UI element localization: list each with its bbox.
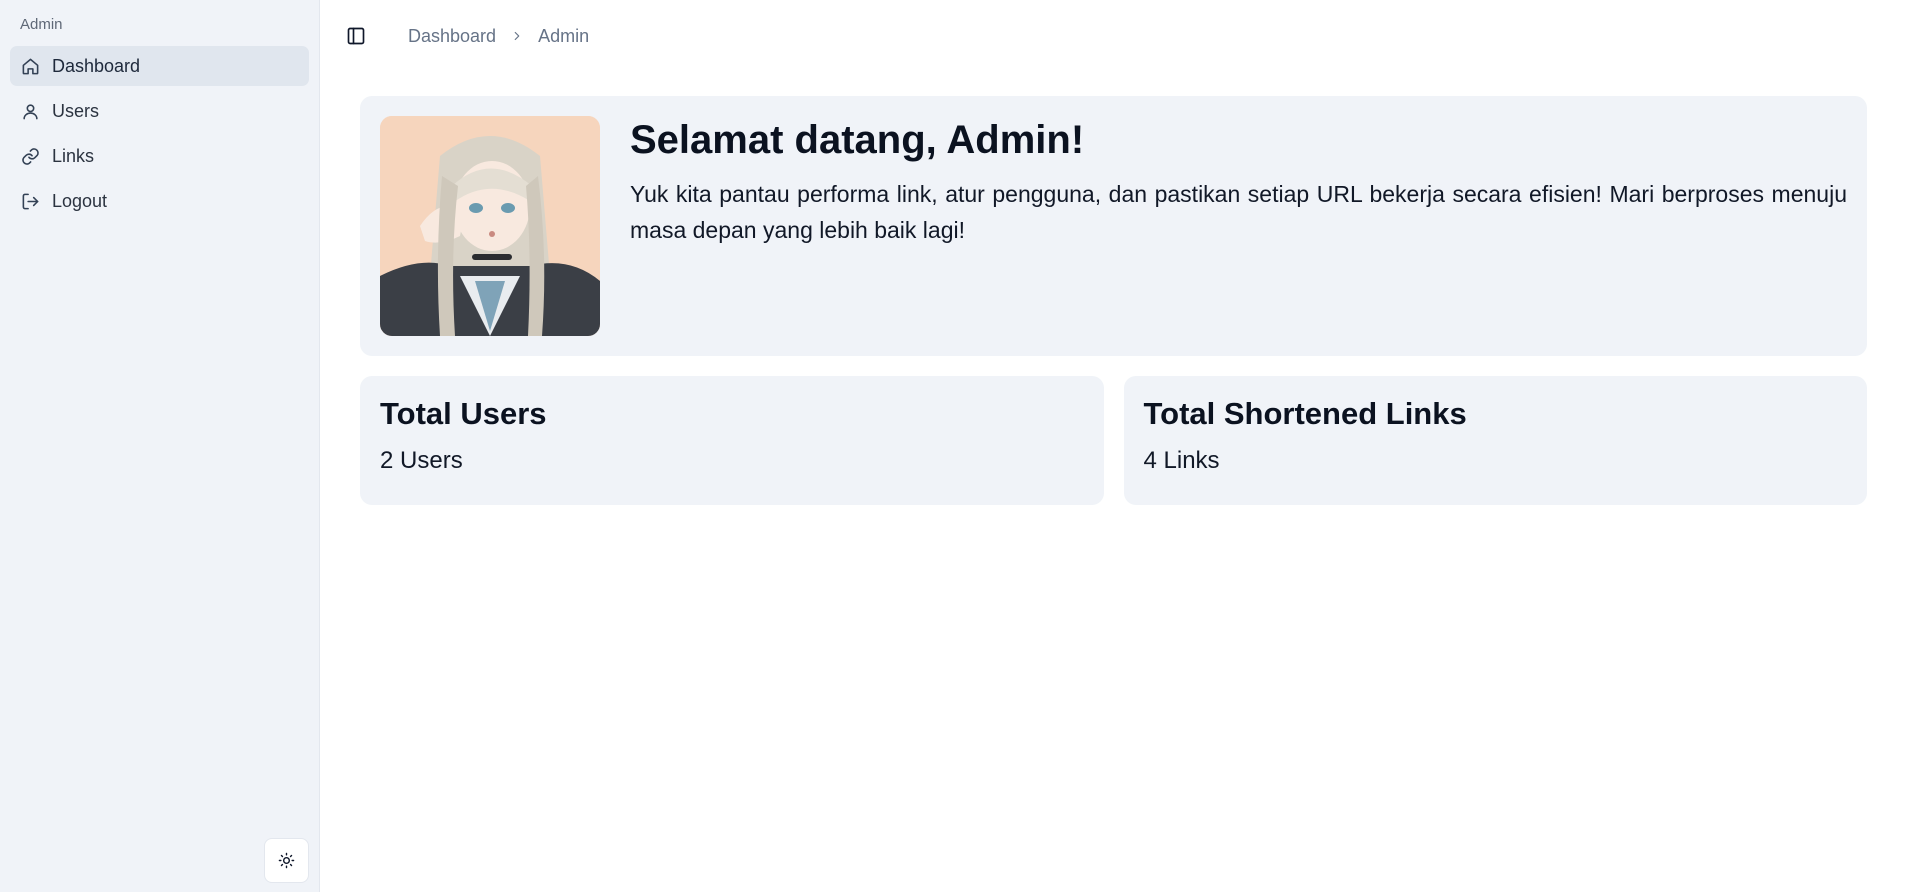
sidebar-item-label: Users [52,100,100,121]
app-root: Admin Dashboard Users Links Logout Dashb… [0,0,1907,892]
theme-toggle-button[interactable] [264,838,309,883]
sidebar-item-users[interactable]: Users [10,91,309,131]
link-icon [20,146,40,166]
sidebar-item-links[interactable]: Links [10,136,309,176]
user-icon [20,101,40,121]
stat-card-links: Total Shortened Links 4 Links [1123,376,1867,505]
sun-icon [278,852,295,869]
stat-value: 2 Users [380,447,463,474]
sidebar: Admin Dashboard Users Links Logout [0,0,320,892]
welcome-card: Selamat datang, Admin! Yuk kita pantau p… [360,96,1867,356]
sidebar-group-label: Admin [20,16,63,33]
sidebar-item-dashboard[interactable]: Dashboard [10,46,309,86]
stat-value: 4 Links [1143,447,1220,474]
welcome-title: Selamat datang, Admin! [630,118,1085,162]
welcome-description: Yuk kita pantau performa link, atur peng… [630,181,1847,243]
dashboard-content: Selamat datang, Admin! Yuk kita pantau p… [320,72,1907,505]
logout-icon [20,191,40,211]
main-content: Dashboard Admin Selamat datang, Admin! Y… [320,0,1907,892]
sidebar-item-logout[interactable]: Logout [10,181,309,221]
sidebar-toggle-button[interactable] [344,24,368,48]
stat-card-users: Total Users 2 Users [360,376,1104,505]
stat-title: Total Shortened Links [1143,396,1467,431]
stat-title: Total Users [380,396,547,431]
breadcrumb: Dashboard Admin [408,26,589,47]
sidebar-item-label: Dashboard [52,55,141,76]
chevron-right-icon [510,29,524,43]
sidebar-nav: Dashboard Users Links Logout [10,46,309,221]
avatar-illustration [380,116,600,336]
welcome-text: Selamat datang, Admin! Yuk kita pantau p… [630,116,1847,336]
sidebar-item-label: Logout [52,190,108,211]
home-icon [20,56,40,76]
breadcrumb-current: Admin [538,25,590,46]
sidebar-item-label: Links [52,145,95,166]
top-bar: Dashboard Admin [320,0,1907,72]
breadcrumb-dashboard[interactable]: Dashboard [408,26,496,47]
panel-left-icon [346,26,366,46]
stats-row: Total Users 2 Users Total Shortened Link… [360,376,1867,505]
